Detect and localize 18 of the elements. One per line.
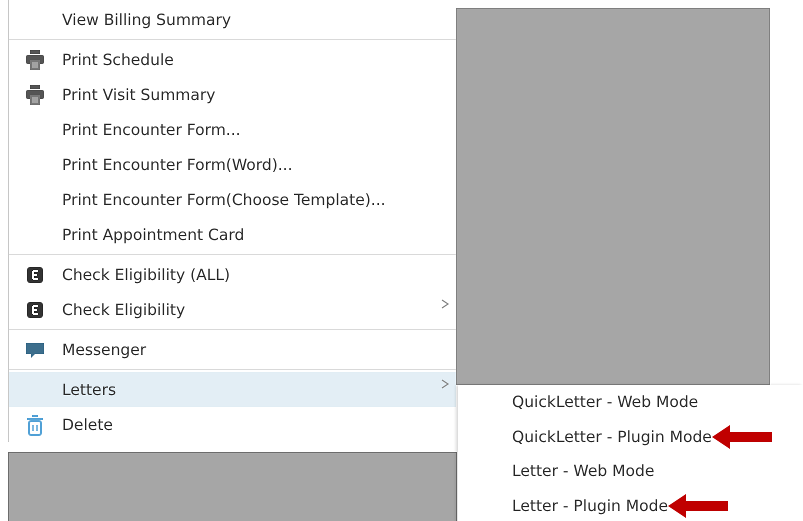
printer-icon	[23, 48, 47, 72]
menu-item[interactable]: Check Eligibility	[9, 292, 456, 327]
menu-item[interactable]: Print Encounter Form(Choose Template)...	[9, 182, 456, 217]
menu-item[interactable]: Print Encounter Form(Word)...	[9, 147, 456, 182]
printer-icon	[23, 82, 47, 106]
menu-item[interactable]: Letter - Plugin Mode	[512, 496, 668, 515]
menu-item[interactable]: Print Visit Summary	[9, 77, 456, 112]
menu-item[interactable]: Print Schedule	[9, 42, 456, 77]
menu-item[interactable]: View Billing Summary	[9, 2, 456, 37]
menu-item[interactable]: QuickLetter - Plugin Mode	[512, 428, 712, 446]
menu-item[interactable]: QuickLetter - Web Mode	[512, 393, 698, 412]
menu-item[interactable]: Letter - Web Mode	[512, 462, 654, 480]
menu-item[interactable]: Delete	[9, 407, 456, 442]
menu-item[interactable]: Check Eligibility (ALL)	[9, 257, 456, 292]
menu-item[interactable]: Print Appointment Card	[9, 217, 456, 252]
menu-item[interactable]: Messenger	[9, 332, 456, 367]
menu-item[interactable]: Letters	[9, 372, 456, 407]
menu-item[interactable]: Print Encounter Form...	[9, 112, 456, 147]
